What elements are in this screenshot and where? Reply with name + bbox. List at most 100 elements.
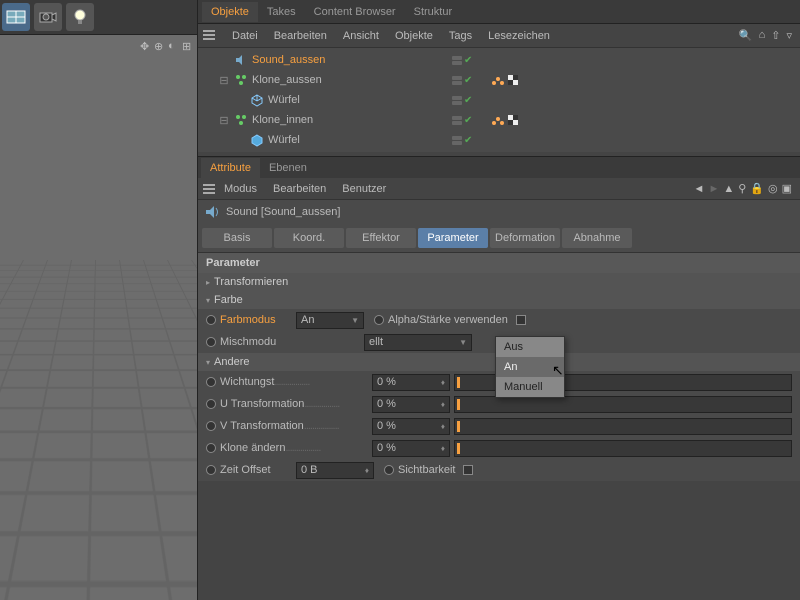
expand-icon[interactable]: ⊟: [218, 114, 230, 127]
dropdown-mischmodus[interactable]: ellt▼: [364, 334, 472, 351]
attribute-manager-tabs: Attribute Ebenen: [198, 156, 800, 178]
section-parameter: Parameter: [198, 252, 800, 273]
anim-dot[interactable]: [206, 443, 216, 453]
menu-datei[interactable]: Datei: [224, 26, 266, 46]
tab-content-browser[interactable]: Content Browser: [305, 2, 405, 22]
enable-check-icon[interactable]: ✔: [464, 95, 472, 106]
field-klone[interactable]: 0 %♦: [372, 440, 450, 457]
nav-back-icon[interactable]: ◄: [694, 183, 705, 195]
anim-dot[interactable]: [206, 315, 216, 325]
anim-dot[interactable]: [206, 399, 216, 409]
popup-item-aus[interactable]: Aus: [496, 337, 564, 357]
up-icon[interactable]: ⇧: [771, 29, 780, 42]
row-farbmodus: Farbmodus An▼ Alpha/Stärke verwenden: [198, 309, 800, 331]
tag-icon[interactable]: [490, 73, 504, 87]
ptab-abnahme[interactable]: Abnahme: [562, 228, 632, 248]
anim-dot[interactable]: [206, 421, 216, 431]
menu-modus[interactable]: Modus: [216, 179, 265, 199]
lock-icon[interactable]: 🔒: [750, 182, 764, 195]
enable-check-icon[interactable]: ✔: [464, 75, 472, 86]
anim-dot[interactable]: [206, 337, 216, 347]
funnel-icon[interactable]: ▿: [786, 29, 792, 42]
home-icon[interactable]: ⌂: [759, 29, 766, 42]
menu-tags[interactable]: Tags: [441, 26, 480, 46]
slider-utrans[interactable]: [454, 396, 792, 413]
panel-menu-icon[interactable]: [202, 28, 218, 44]
tree-row[interactable]: ⊟ Klone_aussen ✔: [202, 70, 800, 90]
ptab-basis[interactable]: Basis: [202, 228, 272, 248]
menu-objekte[interactable]: Objekte: [387, 26, 441, 46]
field-wichtung[interactable]: 0 %♦: [372, 374, 450, 391]
tab-objekte[interactable]: Objekte: [202, 2, 258, 22]
camera-view-icon[interactable]: [2, 3, 30, 31]
tree-label: Würfel: [268, 94, 300, 106]
expand-icon[interactable]: ⊟: [218, 74, 230, 87]
anim-dot[interactable]: [206, 465, 216, 475]
new-icon[interactable]: ▣: [782, 182, 792, 195]
object-menubar: Datei Bearbeiten Ansicht Objekte Tags Le…: [198, 24, 800, 48]
label-vtrans: V Transformation: [220, 420, 368, 432]
tag-icon[interactable]: [490, 113, 504, 127]
dropdown-farbmodus[interactable]: An▼: [296, 312, 364, 329]
field-vtrans[interactable]: 0 %♦: [372, 418, 450, 435]
tab-takes[interactable]: Takes: [258, 2, 305, 22]
right-panel: Objekte Takes Content Browser Struktur D…: [197, 0, 800, 600]
object-icon: [234, 113, 248, 127]
search-icon[interactable]: 🔍: [739, 29, 753, 42]
search-icon[interactable]: ⚲: [738, 182, 746, 195]
slider-vtrans[interactable]: [454, 418, 792, 435]
row-zeit: Zeit Offset 0 B♦ Sichtbarkeit: [198, 459, 800, 481]
menu-lesezeichen[interactable]: Lesezeichen: [480, 26, 558, 46]
anim-dot[interactable]: [206, 377, 216, 387]
viewport-nav-icons[interactable]: ✥⊕◐⊞: [140, 40, 194, 52]
light-icon[interactable]: [66, 3, 94, 31]
sub-farbe[interactable]: Farbe: [198, 291, 800, 309]
row-klone: Klone ändern 0 %♦: [198, 437, 800, 459]
ptab-parameter[interactable]: Parameter: [418, 228, 488, 248]
sub-transformieren[interactable]: Transformieren: [198, 273, 800, 291]
tab-ebenen[interactable]: Ebenen: [260, 158, 316, 178]
up-arrow-icon[interactable]: ▲: [723, 183, 734, 195]
checkbox-alpha[interactable]: [516, 315, 526, 325]
object-manager-tabs: Objekte Takes Content Browser Struktur: [198, 0, 800, 24]
tree-row[interactable]: ⊟Klone_innen✔: [202, 110, 800, 130]
sound-icon: [204, 204, 220, 220]
label-utrans: U Transformation: [220, 398, 368, 410]
tab-struktur[interactable]: Struktur: [405, 2, 462, 22]
enable-check-icon[interactable]: ✔: [464, 115, 472, 126]
tree-row[interactable]: Würfel ✔: [202, 90, 800, 110]
popup-item-manuell[interactable]: Manuell: [496, 377, 564, 397]
target-icon[interactable]: ◎: [768, 182, 778, 195]
menu-benutzer[interactable]: Benutzer: [334, 179, 394, 199]
ptab-deformation[interactable]: Deformation: [490, 228, 560, 248]
anim-dot[interactable]: [374, 315, 384, 325]
anim-dot[interactable]: [384, 465, 394, 475]
label-wichtung: Wichtungst: [220, 376, 368, 388]
viewport-3d[interactable]: ✥⊕◐⊞: [0, 0, 197, 600]
field-zeit[interactable]: 0 B♦: [296, 462, 374, 479]
ptab-effektor[interactable]: Effektor: [346, 228, 416, 248]
tag-icon[interactable]: [506, 113, 520, 127]
tree-row[interactable]: Würfel✔: [202, 130, 800, 150]
field-utrans[interactable]: 0 %♦: [372, 396, 450, 413]
nav-fwd-icon[interactable]: ►: [708, 183, 719, 195]
tree-row[interactable]: Sound_aussen✔: [202, 50, 800, 70]
slider-klone[interactable]: [454, 440, 792, 457]
object-icon: [250, 133, 264, 147]
tree-label: Klone_aussen: [252, 74, 322, 86]
enable-check-icon[interactable]: ✔: [464, 55, 472, 66]
menu-bearbeiten2[interactable]: Bearbeiten: [265, 179, 334, 199]
checkbox-sichtbarkeit[interactable]: [463, 465, 473, 475]
tab-attribute[interactable]: Attribute: [201, 158, 260, 178]
object-icon: [234, 73, 248, 87]
tag-icon[interactable]: [506, 73, 520, 87]
panel-menu-icon[interactable]: [202, 182, 216, 196]
ptab-koord[interactable]: Koord.: [274, 228, 344, 248]
menu-bearbeiten[interactable]: Bearbeiten: [266, 26, 335, 46]
label-klone: Klone ändern: [220, 442, 368, 454]
object-tree[interactable]: Sound_aussen✔⊟Klone_aussen✔Würfel✔⊟Klone…: [198, 48, 800, 152]
viewport-grid: [0, 260, 197, 600]
camera-icon[interactable]: [34, 3, 62, 31]
menu-ansicht[interactable]: Ansicht: [335, 26, 387, 46]
enable-check-icon[interactable]: ✔: [464, 135, 472, 146]
